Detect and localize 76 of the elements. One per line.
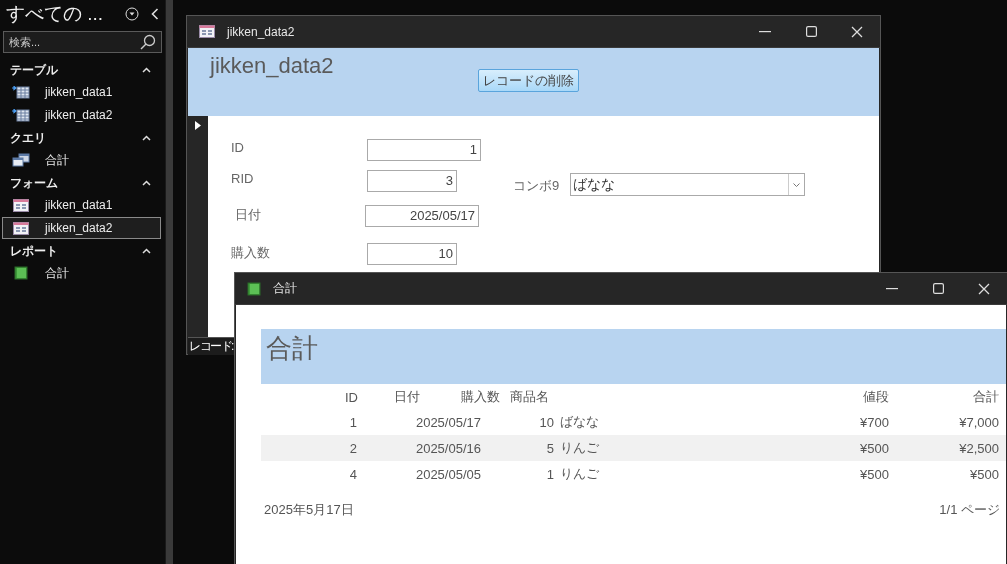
table-cell-text: ¥7,000 <box>958 414 1000 430</box>
text-field[interactable]: 1 <box>367 139 481 161</box>
group-header[interactable]: レポート <box>0 240 165 262</box>
table-cell-text: 10 <box>538 414 555 430</box>
chevron-down-icon <box>793 182 800 187</box>
linked-table-icon <box>12 85 30 99</box>
search-field[interactable]: 検索... <box>3 31 162 53</box>
table-cell-text: りんご <box>559 465 600 483</box>
collapse-chevron-icon[interactable] <box>151 8 159 20</box>
column-header: 商品名 <box>510 388 549 406</box>
delete-record-button[interactable]: レコードの削除 <box>478 69 579 92</box>
table-cell-text: 4 <box>348 466 358 482</box>
report-icon <box>14 266 28 280</box>
caret-up-icon <box>142 180 151 186</box>
caret-up-icon <box>142 67 151 73</box>
group-header[interactable]: フォーム <box>0 172 165 194</box>
nav-item[interactable]: jikken_data1 <box>2 81 161 103</box>
table-cell-text: 1 <box>348 414 358 430</box>
table-cell-text: ばなな <box>559 413 600 431</box>
table-cell-text: 2025/05/17 <box>414 414 482 430</box>
table-cell-text: ¥500 <box>859 440 890 456</box>
window-title: 合計 <box>273 280 298 297</box>
form-title: jikken_data2 <box>210 53 334 79</box>
field-label: RID <box>231 170 255 188</box>
field-label: 購入数 <box>231 244 271 262</box>
column-header: 合計 <box>973 388 999 406</box>
minimize-icon <box>886 287 898 290</box>
nav-item[interactable]: jikken_data2 <box>2 217 161 239</box>
dropdown-circle-icon[interactable] <box>125 7 139 21</box>
page-number: 1/1 ページ <box>939 501 1000 519</box>
text-field[interactable]: 3 <box>367 170 457 192</box>
table-cell-text: 1 <box>545 466 555 482</box>
table-cell-text: 2025/05/05 <box>414 466 482 482</box>
caret-up-icon <box>142 135 151 141</box>
search-icon <box>140 34 156 50</box>
table-cell-text: りんご <box>559 439 600 457</box>
text-field[interactable]: 2025/05/17 <box>365 205 479 227</box>
column-header: ID <box>345 389 358 405</box>
maximize-icon <box>932 283 944 294</box>
field-label: ID <box>231 139 245 157</box>
window-report-icon <box>247 281 261 296</box>
form-icon <box>13 198 29 212</box>
table-cell-text: 2 <box>348 440 358 456</box>
field-label: 日付 <box>234 206 262 224</box>
column-header: 日付 <box>394 388 420 406</box>
field-label: コンボ9 <box>513 177 561 195</box>
column-header: 購入数 <box>461 388 500 406</box>
pane-title: すべての ... <box>6 2 105 26</box>
table-cell-text: ¥700 <box>859 414 890 430</box>
window-title: jikken_data2 <box>227 24 296 39</box>
table-cell-text: 2025/05/16 <box>414 440 482 456</box>
text-field[interactable]: 10 <box>367 243 457 265</box>
nav-item[interactable]: jikken_data2 <box>2 104 161 126</box>
caret-up-icon <box>142 248 151 254</box>
form-icon <box>13 221 29 235</box>
column-header: 値段 <box>863 388 889 406</box>
nav-item[interactable]: 合計 <box>2 149 161 171</box>
report-date: 2025年5月17日 <box>264 501 354 519</box>
report-title: 合計 <box>261 329 1006 384</box>
close-icon <box>978 282 990 295</box>
window-form-icon <box>199 25 215 38</box>
group-header[interactable]: クエリ <box>0 127 165 149</box>
maximize-icon <box>805 26 817 37</box>
query-icon <box>12 153 30 167</box>
table-cell-text: ¥2,500 <box>958 440 1000 456</box>
table-cell-text: ¥500 <box>969 466 1000 482</box>
linked-table-icon <box>12 108 30 122</box>
table-cell-text: ¥500 <box>859 466 890 482</box>
nav-item[interactable]: 合計 <box>2 262 161 284</box>
record-selector-icon[interactable] <box>195 121 201 130</box>
nav-item[interactable]: jikken_data1 <box>2 194 161 216</box>
close-icon <box>851 25 863 38</box>
combo-box[interactable]: ばなな <box>570 173 805 196</box>
minimize-icon <box>759 30 771 33</box>
table-cell-text: 5 <box>545 440 555 456</box>
group-header[interactable]: テーブル <box>0 59 165 81</box>
